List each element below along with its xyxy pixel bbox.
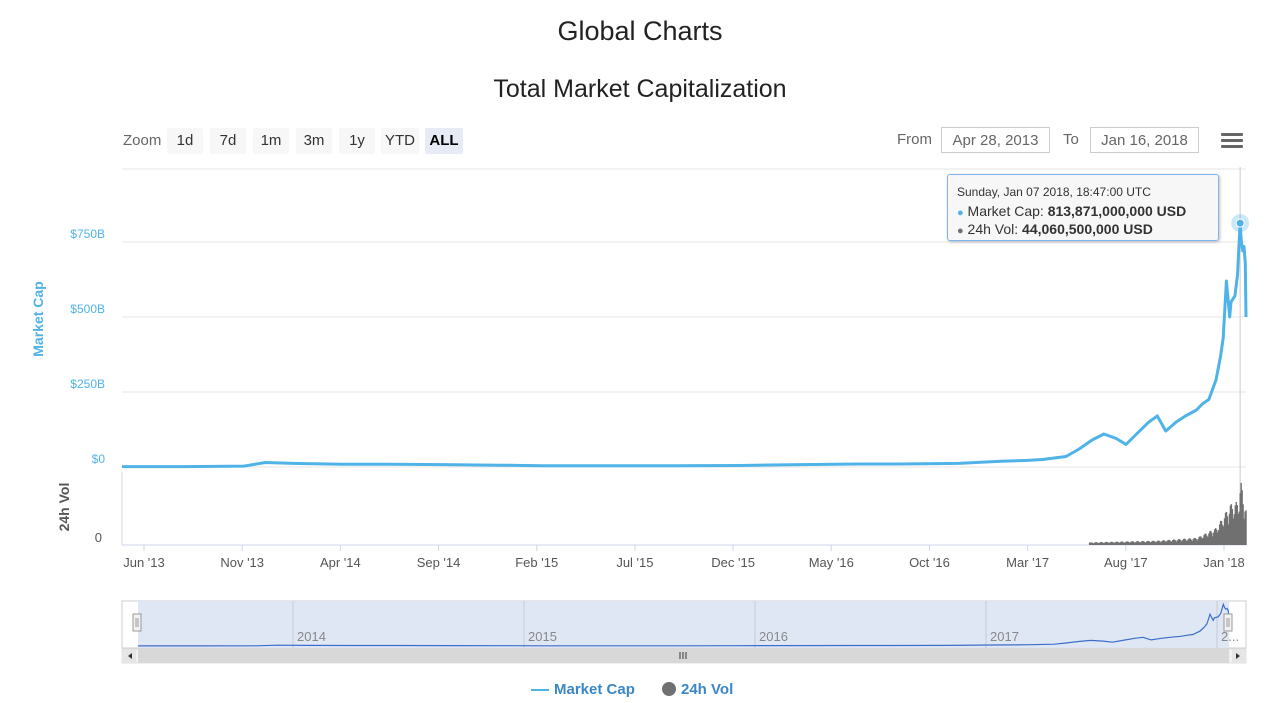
tooltip-volume-label: 24h Vol: (967, 221, 1019, 237)
volume-dot-icon: ● (957, 225, 964, 237)
x-tick-label: Dec '15 (711, 555, 755, 570)
x-tick-label: Aug '17 (1104, 555, 1148, 570)
market-cap-series (121, 214, 1250, 469)
market-cap-dot-icon: ● (957, 207, 964, 219)
navigator-year-label: 2015 (528, 629, 557, 644)
x-tick-label: May '16 (809, 555, 854, 570)
x-axis-ticks: Jun '13 Nov '13 Apr '14 Sep '14 Feb '15 Jul '… (123, 545, 1245, 570)
y2-axis-label: 24h Vol (56, 483, 72, 532)
tooltip-market-cap-value: 813,871,000,000 USD (1047, 203, 1187, 219)
circle-swatch-icon (662, 682, 676, 696)
y-axis-label: Market Cap (30, 281, 46, 356)
x-tick-label: Apr '14 (320, 555, 361, 570)
x-tick-label: Feb '15 (515, 555, 558, 570)
y-tick-label: $500B (70, 302, 105, 316)
x-tick-label: Jun '13 (123, 555, 165, 570)
market-cap-line (122, 221, 1248, 469)
y-tick-label: $0 (92, 452, 106, 466)
x-tick-label: Jul '15 (616, 555, 653, 570)
tooltip-market-cap-label: Market Cap: (967, 203, 1044, 219)
x-tick-label: Nov '13 (220, 555, 264, 570)
navigator-year-label: 2016 (759, 629, 788, 644)
navigator: 2014 2015 2016 2017 2... (121, 600, 1247, 664)
volume-series (1088, 482, 1247, 545)
y-tick-label: $250B (70, 377, 105, 391)
volume-bar (1245, 510, 1247, 545)
y-axis-ticks: $750B $500B $250B $0 (70, 227, 105, 466)
market-cap-chart: $750B $500B $250B $0 Jun '13 Nov '13 Apr '14 S… (30, 167, 1250, 664)
navigator-right-handle[interactable] (1223, 613, 1233, 632)
x-tick-label: Jan '18 (1203, 555, 1245, 570)
legend-market-cap[interactable]: Market Cap (531, 681, 635, 698)
navigator-year-label: 2017 (990, 629, 1019, 644)
legend-volume[interactable]: 24h Vol (662, 681, 733, 698)
navigator-year-label: 2014 (297, 629, 326, 644)
x-tick-label: Mar '17 (1006, 555, 1049, 570)
tooltip-volume-value: 44,060,500,000 USD (1022, 221, 1153, 237)
y2-tick-label: 0 (95, 530, 102, 545)
x-tick-label: Oct '16 (909, 555, 950, 570)
tooltip-date: Sunday, Jan 07 2018, 18:47:00 UTC (957, 185, 1151, 199)
line-swatch-icon (531, 689, 549, 692)
legend-volume-label: 24h Vol (681, 681, 734, 698)
legend-market-cap-label: Market Cap (554, 681, 635, 698)
y-tick-label: $750B (70, 227, 105, 241)
tooltip: Sunday, Jan 07 2018, 18:47:00 UTC ● Mark… (947, 174, 1219, 241)
hover-marker (1235, 218, 1245, 228)
navigator-left-handle[interactable] (132, 613, 142, 632)
x-tick-label: Sep '14 (417, 555, 461, 570)
